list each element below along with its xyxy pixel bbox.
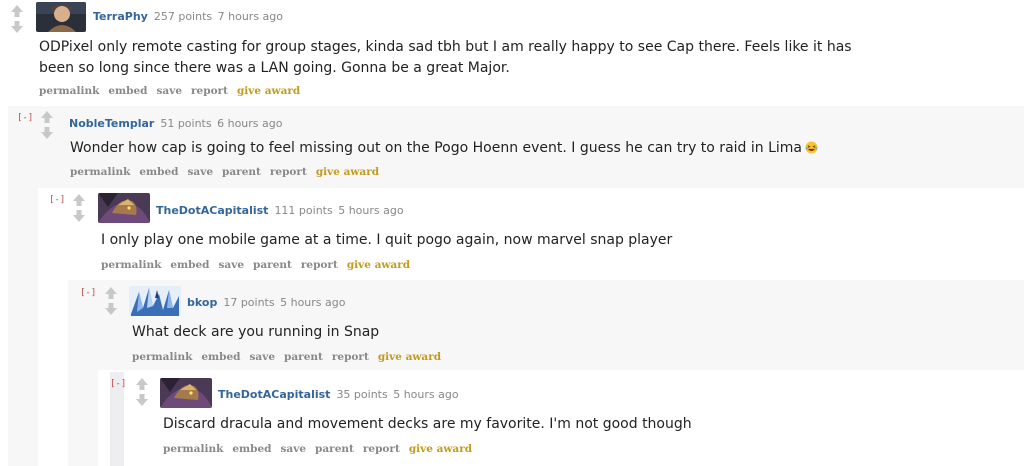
report-button[interactable]: report [191, 85, 228, 97]
collapse-toggle[interactable]: [-] [17, 113, 33, 123]
permalink-button[interactable]: permalink [163, 443, 223, 455]
laughing-emoji-icon [805, 141, 818, 154]
permalink-button[interactable]: permalink [101, 259, 161, 271]
comment-tagline: TheDotACapitalist 111 points 5 hours ago [156, 204, 404, 217]
give-award-button[interactable]: give award [237, 85, 300, 97]
give-award-button[interactable]: give award [316, 166, 379, 178]
comment-buttons: permalink embed save parent report give award [101, 259, 419, 271]
report-button[interactable]: report [332, 351, 369, 363]
downvote-arrow-icon[interactable] [136, 394, 148, 406]
report-button[interactable]: report [363, 443, 400, 455]
timestamp: 6 hours ago [217, 117, 283, 130]
downvote-arrow-icon[interactable] [105, 303, 117, 315]
author-link[interactable]: TheDotACapitalist [156, 204, 268, 217]
score: 51 points [160, 117, 212, 130]
vote-arrows [72, 193, 88, 223]
parent-button[interactable]: parent [253, 259, 292, 271]
comment-text: Wonder how cap is going to feel missing … [70, 140, 802, 156]
save-button[interactable]: save [281, 443, 307, 455]
collapse-toggle[interactable]: [-] [110, 379, 126, 389]
comment-tagline: bkop 17 points 5 hours ago [187, 296, 345, 309]
upvote-arrow-icon[interactable] [11, 5, 23, 17]
author-link[interactable]: NobleTemplar [69, 117, 154, 130]
parent-button[interactable]: parent [222, 166, 261, 178]
comment-buttons: permalink embed save parent report give award [132, 351, 450, 363]
avatar[interactable] [160, 378, 212, 408]
give-award-button[interactable]: give award [409, 443, 472, 455]
report-button[interactable]: report [301, 259, 338, 271]
vote-arrows [135, 377, 151, 407]
comment-tagline: TheDotACapitalist 35 points 5 hours ago [218, 388, 459, 401]
embed-button[interactable]: embed [108, 85, 147, 97]
permalink-button[interactable]: permalink [70, 166, 130, 178]
avatar[interactable] [36, 2, 86, 32]
save-button[interactable]: save [219, 259, 245, 271]
embed-button[interactable]: embed [232, 443, 271, 455]
comment-buttons: permalink embed save report give award [39, 85, 309, 97]
author-link[interactable]: TerraPhy [93, 10, 148, 23]
collapse-toggle[interactable]: [-] [80, 288, 96, 298]
upvote-arrow-icon[interactable] [136, 378, 148, 390]
comment-buttons: permalink embed save parent report give award [163, 443, 481, 455]
save-button[interactable]: save [157, 85, 183, 97]
vote-arrows [10, 4, 26, 34]
give-award-button[interactable]: give award [347, 259, 410, 271]
author-link[interactable]: TheDotACapitalist [218, 388, 330, 401]
timestamp: 5 hours ago [393, 388, 459, 401]
comment-body: ODPixel only remote casting for group st… [39, 39, 852, 76]
embed-button[interactable]: embed [170, 259, 209, 271]
embed-button[interactable]: embed [201, 351, 240, 363]
give-award-button[interactable]: give award [378, 351, 441, 363]
collapse-toggle[interactable]: [-] [49, 195, 65, 205]
upvote-arrow-icon[interactable] [73, 194, 85, 206]
score: 257 points [153, 10, 213, 23]
timestamp: 5 hours ago [338, 204, 404, 217]
comment-tagline: TerraPhy 257 points 7 hours ago [93, 10, 283, 23]
downvote-arrow-icon[interactable] [73, 210, 85, 222]
comment-body: I only play one mobile game at a time. I… [101, 232, 673, 248]
comment-buttons: permalink embed save parent report give award [70, 166, 388, 178]
parent-button[interactable]: parent [315, 443, 354, 455]
report-button[interactable]: report [270, 166, 307, 178]
vote-arrows [104, 286, 120, 316]
timestamp: 5 hours ago [280, 296, 346, 309]
upvote-arrow-icon[interactable] [105, 287, 117, 299]
score: 111 points [274, 204, 333, 217]
upvote-arrow-icon[interactable] [41, 111, 53, 123]
timestamp: 7 hours ago [217, 10, 283, 23]
score: 17 points [223, 296, 275, 309]
vote-arrows [40, 110, 56, 140]
author-link[interactable]: bkop [187, 296, 217, 309]
avatar[interactable] [129, 286, 181, 316]
permalink-button[interactable]: permalink [39, 85, 99, 97]
comment-body: Discard dracula and movement decks are m… [163, 416, 692, 432]
embed-button[interactable]: embed [139, 166, 178, 178]
comment-body: Wonder how cap is going to feel missing … [70, 138, 818, 159]
downvote-arrow-icon[interactable] [41, 127, 53, 139]
parent-button[interactable]: parent [284, 351, 323, 363]
comment-tagline: NobleTemplar 51 points 6 hours ago [69, 117, 282, 130]
avatar[interactable] [98, 193, 150, 223]
downvote-arrow-icon[interactable] [11, 21, 23, 33]
score: 35 points [336, 388, 388, 401]
permalink-button[interactable]: permalink [132, 351, 192, 363]
comment-body: What deck are you running in Snap [132, 324, 380, 340]
save-button[interactable]: save [250, 351, 276, 363]
save-button[interactable]: save [188, 166, 214, 178]
